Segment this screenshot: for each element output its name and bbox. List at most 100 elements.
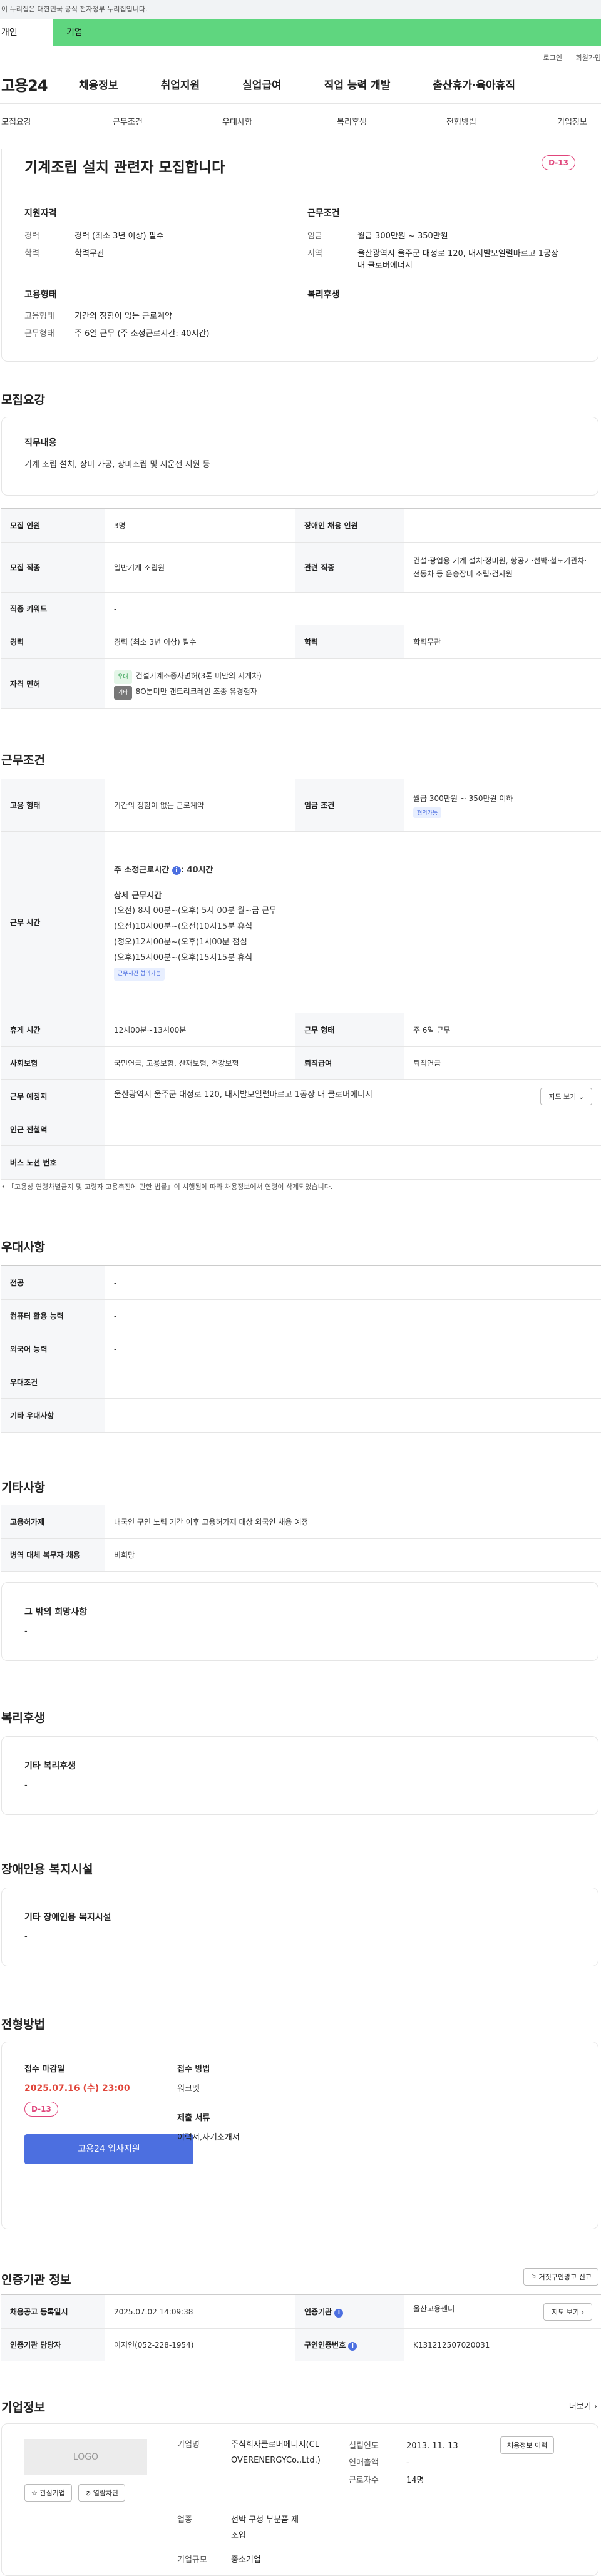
- work-table: 고용 형태 기간의 정함이 없는 근로계약 임금 조건 월급 300만원 ~ 3…: [1, 779, 601, 1180]
- dday-badge: D-13: [24, 2102, 58, 2117]
- duty-title: 직무내용: [24, 438, 57, 448]
- gnb-unemployment-benefit[interactable]: 실업급여: [242, 76, 282, 92]
- pref-value: -: [105, 1366, 601, 1399]
- disabled-box-value: -: [24, 1932, 28, 1941]
- welfare-section-title: 복리후생: [1, 1711, 45, 1725]
- login-link[interactable]: 로그인: [543, 54, 562, 62]
- pref-value: -: [105, 1332, 601, 1366]
- tab-company[interactable]: 기업: [53, 19, 601, 46]
- row-label: 휴게 시간: [1, 1013, 105, 1047]
- cert-manager: 이지연(052-228-1954): [105, 2328, 295, 2361]
- founded-label: 설립연도: [349, 2441, 379, 2451]
- company-section-title: 기업정보: [1, 2401, 45, 2415]
- disabled-box-title: 기타 장애인용 복지시설: [24, 1913, 111, 1923]
- tab-work[interactable]: 근무조건: [113, 115, 143, 127]
- favorite-button[interactable]: ☆ 관심기업: [24, 2484, 72, 2502]
- site-logo[interactable]: 고용24: [0, 73, 79, 95]
- age-notice: • 「고용상 연령차별금지 및 고령자 고용촉진에 관한 법률」이 시행됨에 따…: [1, 1183, 333, 1191]
- company-box: LOGO ☆ 관심기업 ⊘ 열람차단 기업명 주식회사클로버에너지(CLOVER…: [1, 2423, 598, 2576]
- cond-region: 지역 울산광역시 울주군 대정로 120, 내서발모일렬바르고 1공장 내 클로버…: [307, 249, 558, 270]
- row-label: 병역 대체 복무자 채용: [1, 1538, 105, 1572]
- gnb-parental-leave[interactable]: 출산휴가·육아휴직: [433, 76, 515, 92]
- org-map-button[interactable]: 지도 보기 ›: [543, 2303, 592, 2321]
- etc-section-title: 기타사항: [1, 1481, 45, 1495]
- row-label: 학력: [295, 625, 404, 659]
- more-link[interactable]: 더보기 ›: [569, 2400, 597, 2411]
- join-link[interactable]: 회원가입: [576, 54, 601, 62]
- duty-content: 기계 조립 설치, 장비 가공, 장비조립 및 시운전 지원 등: [24, 460, 210, 469]
- gnb-employment-support[interactable]: 취업지원: [161, 76, 200, 92]
- sales-value: -: [406, 2458, 409, 2468]
- tab-process[interactable]: 전형방법: [446, 115, 476, 127]
- block-icon: ⊘: [85, 2489, 91, 2497]
- row-label: 모집 인원: [1, 508, 105, 543]
- utility-nav: 로그인 회원가입: [0, 46, 601, 65]
- row-label: 자격 면허: [1, 658, 105, 709]
- chevron-right-icon: ›: [581, 2308, 584, 2316]
- staff-label: 근로자수: [349, 2475, 379, 2485]
- tab-company[interactable]: 기업정보: [557, 115, 587, 127]
- method-value: 워크넷: [177, 2084, 200, 2093]
- deadline-block: 접수 마감일 2025.07.16 (수) 23:00 D-13 고용24 입사…: [24, 2062, 200, 2164]
- recruit-count: 3명: [105, 508, 295, 543]
- method-block: 접수 방법 워크넷 제출 서류 이력서,자기소개서: [177, 2062, 365, 2142]
- industry-label: 업종: [177, 2515, 192, 2525]
- scale-label: 기업규모: [177, 2555, 207, 2565]
- row-label: 컴퓨터 활용 능력: [1, 1299, 105, 1332]
- career-req: 경력 (최소 3년 이상) 필수: [105, 625, 295, 659]
- map-button[interactable]: 지도 보기 ⌄: [540, 1087, 592, 1105]
- retirement: 퇴직연금: [404, 1046, 601, 1080]
- info-icon[interactable]: i: [334, 2308, 344, 2318]
- cert-org: 울산고용센터: [413, 2304, 455, 2313]
- hours-line: (오후)15시00분~(오후)15시15분 휴식: [114, 953, 253, 963]
- pref-value: -: [105, 1265, 601, 1300]
- row-label: 구인인증번호 i: [295, 2328, 404, 2361]
- company-name: 주식회사클로버에너지(CLOVERENERGYCo.,Ltd.): [231, 2440, 321, 2465]
- employment-heading: 고용형태: [24, 290, 57, 300]
- tab-pref[interactable]: 우대사항: [222, 115, 252, 127]
- chevron-down-icon: ⌄: [578, 1092, 584, 1101]
- wage-value: 월급 300만원 ~ 350만원 이하: [413, 794, 513, 803]
- process-section-title: 전형방법: [1, 2018, 45, 2032]
- tab-welfare[interactable]: 복리후생: [337, 115, 367, 127]
- block-button[interactable]: ⊘ 열람차단: [78, 2484, 126, 2502]
- sales-label: 연매출액: [349, 2458, 379, 2468]
- disabled-box: 기타 장애인용 복지시설 -: [1, 1888, 598, 1966]
- report-icon: ⚐: [530, 2273, 537, 2281]
- wage-cell: 월급 300만원 ~ 350만원 이하 협의가능: [404, 779, 601, 832]
- foreign-permit: 내국인 구인 노력 기간 이후 고용허가제 대상 외국인 채용 예정: [105, 1505, 601, 1539]
- apply-button[interactable]: 고용24 입사지원: [24, 2134, 193, 2164]
- cond-wage: 임금 월급 300만원 ~ 350만원: [307, 232, 448, 241]
- other-wish-title: 그 밖의 희망사항: [24, 1607, 87, 1617]
- row-label: 경력: [1, 625, 105, 659]
- other-wish-value: -: [24, 1627, 28, 1636]
- gnb-skill-development[interactable]: 직업 능력 개발: [324, 76, 391, 92]
- recruit-table: 모집 인원 3명 장애인 채용 인원 - 모집 직종 일반기계 조립원 관련 직…: [1, 508, 601, 709]
- process-box: 접수 마감일 2025.07.16 (수) 23:00 D-13 고용24 입사…: [1, 2042, 598, 2229]
- bus-routes: -: [105, 1145, 601, 1180]
- job-history-button[interactable]: 채용정보 이력: [500, 2436, 555, 2454]
- global-nav: 고용24 채용정보 취업지원 실업급여 직업 능력 개발 출산휴가·육아휴직: [0, 65, 601, 104]
- welfare-heading: 복리후생: [307, 290, 340, 300]
- row-label: 고용허가제: [1, 1505, 105, 1539]
- etc-chip: 기타: [114, 685, 132, 700]
- summary-card: 기계조립 설치 관련자 모집합니다 D-13 지원자격 경력 경력 (최소 3년 …: [1, 149, 598, 362]
- industry-value: 선박 구성 부분품 제조업: [231, 2515, 299, 2540]
- workplace-cell: 지도 보기 ⌄ 울산광역시 울주군 대정로 120, 내서발모일렬바르고 1공장…: [105, 1079, 601, 1113]
- row-label: 인증기관 i: [295, 2294, 404, 2329]
- disabled-section-title: 장애인용 복지시설: [1, 1863, 93, 1876]
- report-button[interactable]: ⚐ 거짓구인광고 신고: [523, 2268, 598, 2286]
- reg-datetime: 2025.07.02 14:09:38: [105, 2294, 295, 2329]
- hours-cell: 주 소정근로시간 i: 40시간 상세 근무시간 (오전) 8시 00분~(오후…: [105, 831, 601, 1013]
- gnb-jobs[interactable]: 채용정보: [79, 76, 118, 92]
- emp-form: 근무형태 주 6일 근무 (주 소정근로시간: 40시간): [24, 329, 210, 339]
- row-label: 퇴직급여: [295, 1046, 404, 1080]
- tab-recruit[interactable]: 모집요강: [1, 115, 31, 127]
- tab-personal[interactable]: 개인: [0, 19, 53, 46]
- emp-type: 고용형태 기간의 정함이 없는 근로계약: [24, 312, 172, 321]
- other-wish-box: 그 밖의 희망사항 -: [1, 1582, 598, 1661]
- info-icon[interactable]: i: [172, 866, 181, 875]
- hours-line: (오전) 8시 00분~(오후) 5시 00분 월~금 근무: [114, 906, 277, 916]
- info-icon[interactable]: i: [348, 2341, 357, 2351]
- education-req: 학력무관: [404, 625, 601, 659]
